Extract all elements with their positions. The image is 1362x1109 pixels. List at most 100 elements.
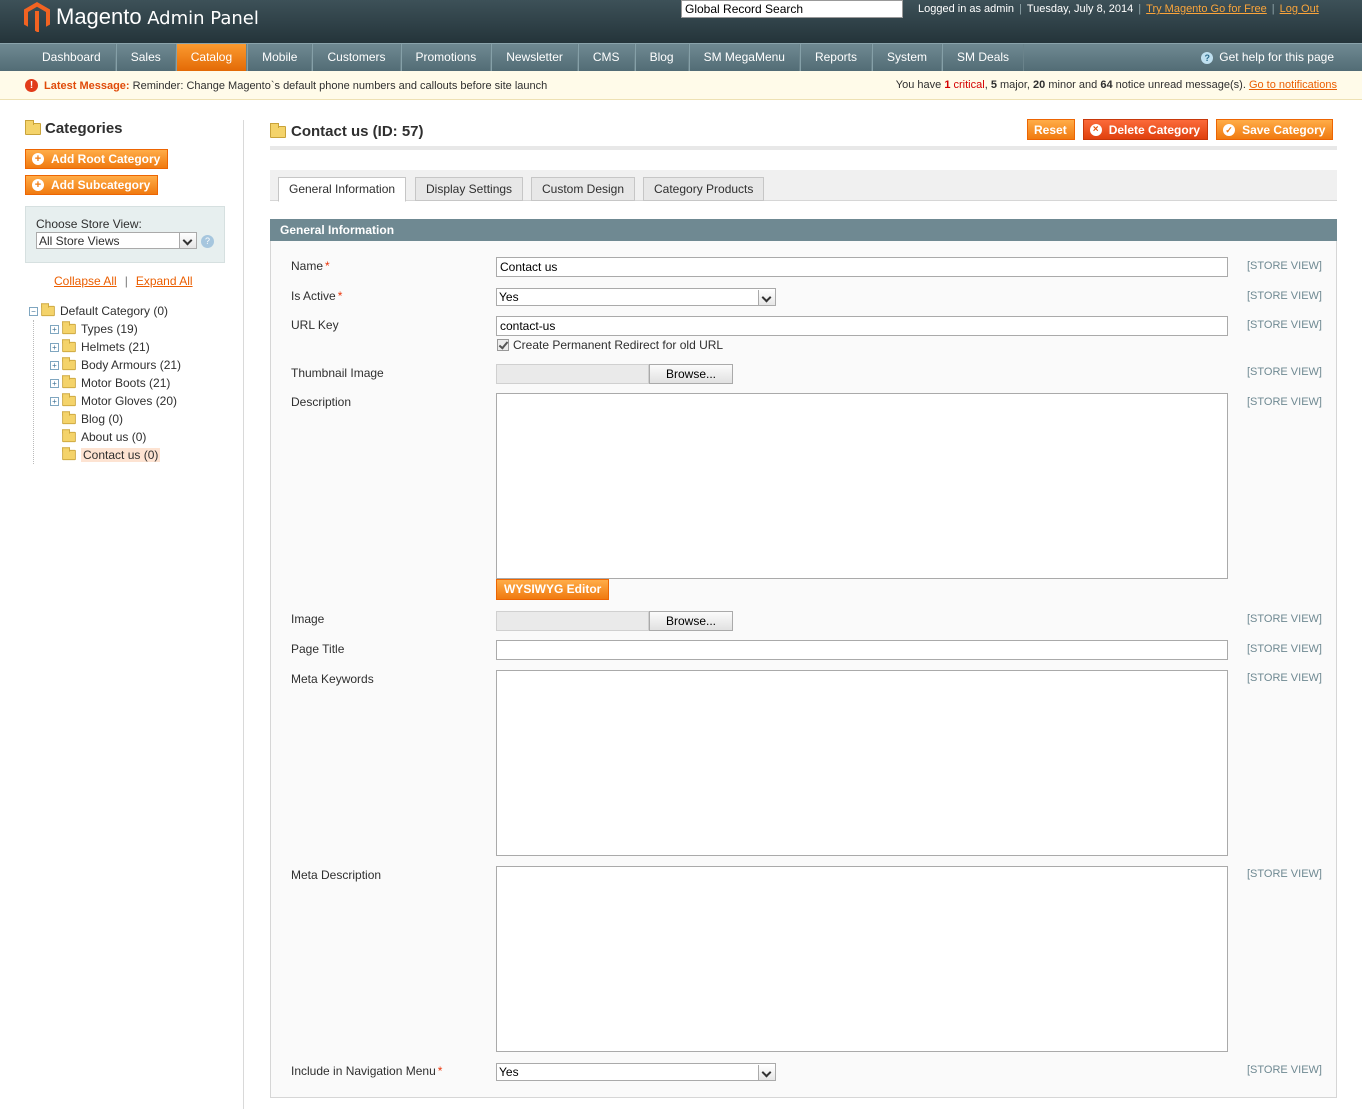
latest-message-text: Reminder: Change Magento`s default phone… <box>132 79 548 92</box>
nav-item-catalog[interactable]: Catalog <box>175 44 248 71</box>
categories-title: Categories <box>45 120 123 137</box>
logout-link[interactable]: Log Out <box>1280 3 1319 15</box>
expand-toggle-icon[interactable]: + <box>50 324 59 334</box>
tree-node-label: Contact us (0) <box>81 448 161 462</box>
page-title-input[interactable] <box>496 640 1228 660</box>
url-key-input[interactable]: contact-us <box>496 316 1228 336</box>
scope-label: [STORE VIEW] <box>1247 366 1322 378</box>
redirect-checkbox[interactable] <box>497 339 509 351</box>
reset-button[interactable]: Reset <box>1027 119 1075 140</box>
tree-node-label: Body Armours (21) <box>81 358 182 372</box>
help-link[interactable]: ? Get help for this page <box>1201 44 1334 71</box>
scope-label: [STORE VIEW] <box>1247 396 1322 408</box>
tree-node-label: Helmets (21) <box>81 340 150 354</box>
nav-item-blog[interactable]: Blog <box>634 44 689 71</box>
latest-message-label: Latest Message: <box>44 79 130 92</box>
nav-item-cms[interactable]: CMS <box>577 44 635 71</box>
tree-node[interactable]: + Helmets (21) <box>50 338 181 356</box>
is-active-select[interactable]: Yes <box>496 288 776 306</box>
magento-logo[interactable]: Magento Admin Panel <box>24 2 259 32</box>
nav-item-mobile[interactable]: Mobile <box>247 44 313 71</box>
store-view-label: Choose Store View: <box>36 217 142 231</box>
tab-general-information[interactable]: General Information <box>278 177 407 202</box>
folder-icon <box>270 122 286 138</box>
tab-display-settings[interactable]: Display Settings <box>415 177 524 201</box>
critical-count: 1 <box>944 79 951 91</box>
collapse-all-link[interactable]: Collapse All <box>54 274 117 288</box>
browse-button[interactable]: Browse... <box>649 364 733 384</box>
tree-node[interactable]: + Types (19) <box>50 320 181 338</box>
tree-node-label: Motor Gloves (20) <box>81 394 178 408</box>
nav-item-sm-deals[interactable]: SM Deals <box>942 44 1025 71</box>
tree-node[interactable]: + Body Armours (21) <box>50 356 181 374</box>
expand-toggle-icon[interactable]: + <box>50 378 59 388</box>
delete-icon: × <box>1089 123 1102 136</box>
section-header: General Information <box>270 219 1337 241</box>
tree-node[interactable]: Contact us (0) <box>50 446 181 464</box>
tree-children: + Types (19) + Helmets (21) + Body Armours (2… <box>33 320 181 464</box>
expand-toggle-icon[interactable]: + <box>50 342 59 352</box>
tree-root-node[interactable]: − Default Category (0) <box>29 302 181 320</box>
nav-item-system[interactable]: System <box>872 44 943 71</box>
expand-toggle-icon[interactable]: + <box>50 396 59 406</box>
tab-category-products[interactable]: Category Products <box>643 177 765 201</box>
include-nav-value: Yes <box>499 1065 519 1079</box>
meta-description-textarea[interactable] <box>496 866 1228 1052</box>
nav-item-dashboard[interactable]: Dashboard <box>28 44 116 71</box>
redirect-checkbox-row[interactable]: Create Permanent Redirect for old URL <box>497 338 723 352</box>
tabs-bar: General Information Display Settings Cus… <box>270 170 1337 202</box>
help-icon[interactable]: ? <box>201 234 214 248</box>
thumbnail-file-input[interactable]: Browse... <box>496 364 733 384</box>
tree-node[interactable]: About us (0) <box>50 428 181 446</box>
add-root-label: Add Root Category <box>51 152 161 166</box>
store-view-select[interactable]: All Store Views <box>36 232 197 249</box>
categories-heading: Categories <box>25 119 230 137</box>
include-nav-select[interactable]: Yes <box>496 1063 776 1081</box>
notif-prefix: You have <box>895 79 942 91</box>
expand-toggle-icon[interactable]: + <box>50 360 59 370</box>
is-active-label-text: Is Active <box>291 289 336 303</box>
add-root-category-button[interactable]: + Add Root Category <box>25 149 169 169</box>
save-category-button[interactable]: ✓ Save Category <box>1216 119 1334 140</box>
image-file-input[interactable]: Browse... <box>496 611 733 631</box>
chevron-down-icon <box>758 289 775 305</box>
global-search-input[interactable]: Global Record Search <box>681 0 903 18</box>
folder-icon <box>62 411 76 425</box>
tree-node-label: Types (19) <box>81 322 138 336</box>
name-input[interactable]: Contact us <box>496 257 1228 277</box>
required-mark: * <box>325 259 330 273</box>
folder-icon <box>62 357 76 371</box>
folder-icon <box>62 393 76 407</box>
logo-subtitle: Admin Panel <box>147 8 259 29</box>
browse-button[interactable]: Browse... <box>649 611 733 631</box>
collapse-toggle-icon[interactable]: − <box>29 306 38 316</box>
tree-node[interactable]: + Motor Boots (21) <box>50 374 181 392</box>
try-magento-link[interactable]: Try Magento Go for Free <box>1146 3 1267 15</box>
required-mark: * <box>437 1064 443 1078</box>
folder-icon <box>62 429 76 443</box>
reset-label: Reset <box>1034 122 1067 137</box>
tree-controls: Collapse All | Expand All <box>54 274 193 288</box>
tree-node-label: Motor Boots (21) <box>81 376 171 390</box>
folder-icon <box>62 375 76 389</box>
nav-item-promotions[interactable]: Promotions <box>400 44 492 71</box>
tree-node[interactable]: Blog (0) <box>50 410 181 428</box>
add-subcategory-button[interactable]: + Add Subcategory <box>25 175 159 195</box>
nav-item-customers[interactable]: Customers <box>312 44 401 71</box>
magento-logo-icon <box>24 2 50 32</box>
tab-custom-design[interactable]: Custom Design <box>531 177 636 201</box>
file-path <box>496 364 649 384</box>
delete-category-button[interactable]: × Delete Category <box>1082 119 1209 140</box>
description-textarea[interactable] <box>496 393 1228 579</box>
nav-item-sm-megamenu[interactable]: SM MegaMenu <box>688 44 800 71</box>
expand-all-link[interactable]: Expand All <box>136 274 193 288</box>
message-bar: ! Latest Message: Reminder: Change Magen… <box>0 71 1362 100</box>
tree-node[interactable]: + Motor Gloves (20) <box>50 392 181 410</box>
nav-item-newsletter[interactable]: Newsletter <box>491 44 578 71</box>
nav-item-reports[interactable]: Reports <box>799 44 872 71</box>
meta-keywords-textarea[interactable] <box>496 670 1228 856</box>
nav-item-sales[interactable]: Sales <box>115 44 176 71</box>
go-to-notifications-link[interactable]: Go to notifications <box>1249 79 1337 91</box>
plus-icon: + <box>32 179 44 191</box>
wysiwyg-editor-button[interactable]: WYSIWYG Editor <box>496 579 610 600</box>
